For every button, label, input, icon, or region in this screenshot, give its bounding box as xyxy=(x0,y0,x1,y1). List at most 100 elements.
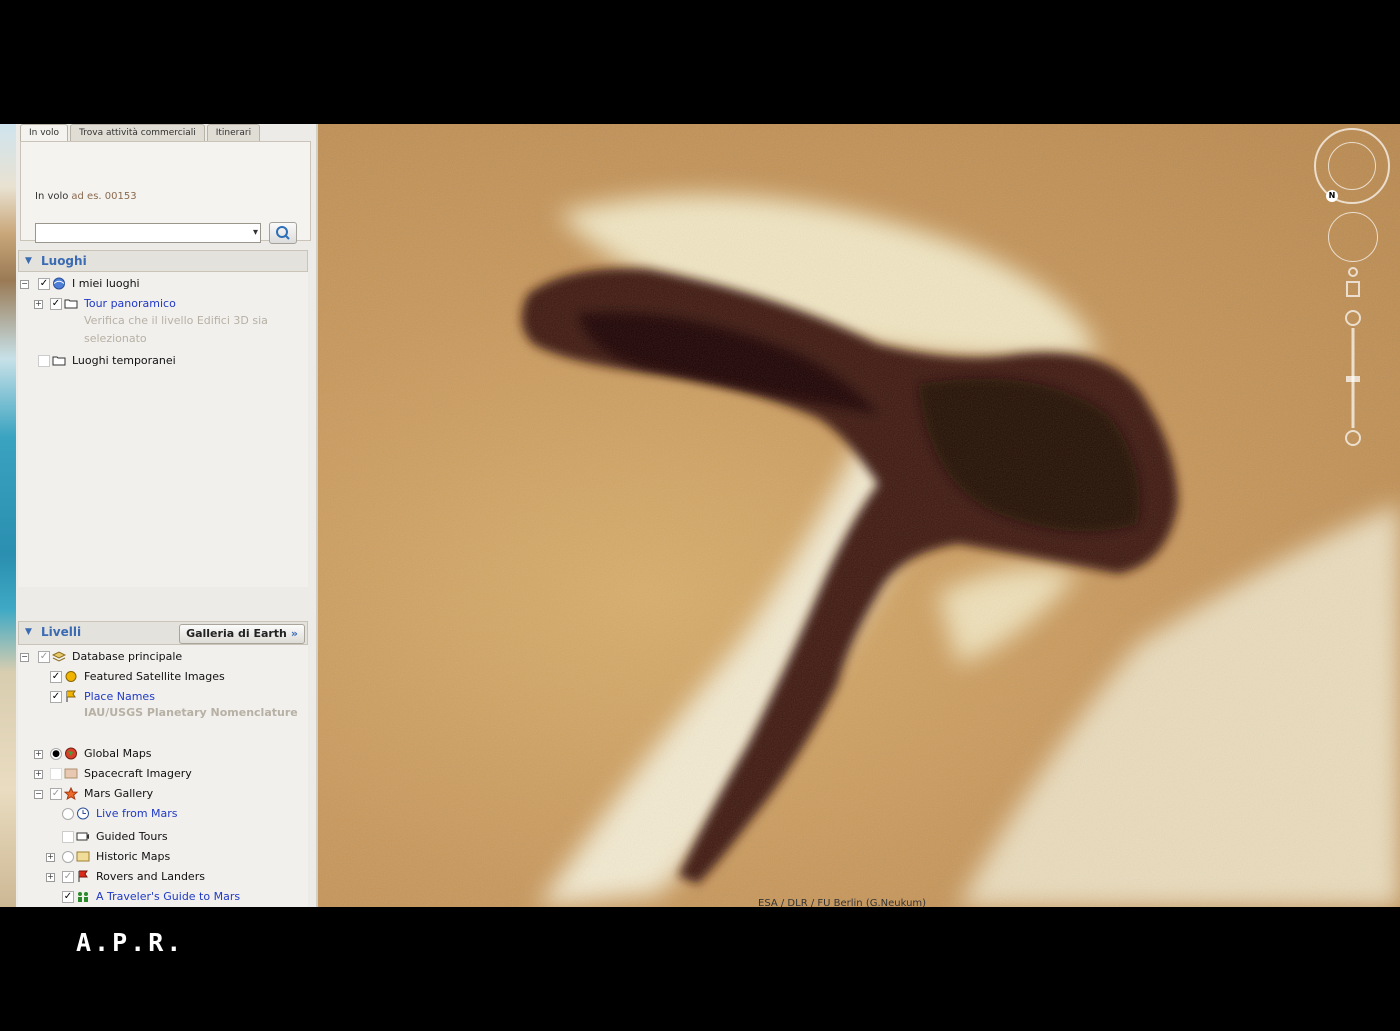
checkbox[interactable]: ✓ xyxy=(50,788,62,800)
navigation-controls: N xyxy=(1314,126,1392,456)
collapse-arrow-icon[interactable]: ▼ xyxy=(25,256,32,266)
chevron-down-icon[interactable]: ▾ xyxy=(253,227,258,238)
earth-gallery-button[interactable]: Galleria di Earth» xyxy=(179,624,305,644)
places-item-description: selezionato xyxy=(84,332,147,345)
radio-button[interactable] xyxy=(62,851,74,863)
layer-item-link[interactable]: Live from Mars xyxy=(96,807,178,820)
layer-item-rovers-landers[interactable]: + ✓ Rovers and Landers xyxy=(20,869,300,887)
zoom-slider[interactable] xyxy=(1341,308,1365,448)
fly-to-title: In volo xyxy=(35,191,69,202)
map-icon xyxy=(76,851,90,862)
watermark-text: A.P.R. xyxy=(76,928,185,957)
checkbox[interactable]: ✓ xyxy=(50,691,62,703)
layer-item-spacecraft-imagery[interactable]: + Spacecraft Imagery xyxy=(20,766,300,784)
layer-item-label: Rovers and Landers xyxy=(96,870,205,883)
radio-button[interactable] xyxy=(62,808,74,820)
flag-icon xyxy=(78,870,88,882)
layer-item-guided-tours[interactable]: Guided Tours xyxy=(20,829,300,847)
globe-icon xyxy=(53,277,65,290)
fly-to-hint: ad es. 00153 xyxy=(71,191,137,202)
camera-icon xyxy=(76,832,89,841)
layer-item-label: Featured Satellite Images xyxy=(84,670,225,683)
places-item-description: Verifica che il livello Edifici 3D sia xyxy=(84,314,268,327)
places-item-temporary[interactable]: Luoghi temporanei xyxy=(20,353,300,371)
people-icon xyxy=(78,892,88,902)
fly-to-input[interactable]: ▾ xyxy=(35,223,261,243)
sidebar: In volo Trova attività commerciali Itine… xyxy=(16,124,318,907)
expand-toggle-icon[interactable]: + xyxy=(46,853,55,862)
globe-icon xyxy=(65,747,77,760)
layer-item-historic-maps[interactable]: + Historic Maps xyxy=(20,849,300,867)
checkbox[interactable]: ✓ xyxy=(50,298,62,310)
places-panel-header[interactable]: ▼ Luoghi xyxy=(18,250,308,272)
search-icon xyxy=(276,226,290,240)
circle-icon xyxy=(65,671,77,682)
layer-item-place-names[interactable]: ✓ Place Names xyxy=(20,689,300,707)
layer-item-description: IAU/USGS Planetary Nomenclature xyxy=(84,706,298,719)
checkbox[interactable] xyxy=(50,768,62,780)
desktop-background-strip xyxy=(0,124,16,907)
checkbox[interactable]: ✓ xyxy=(62,891,74,903)
folder-icon xyxy=(64,299,78,309)
layers-tree: − ✓ Database principale ✓ Featured Satel… xyxy=(18,645,308,907)
layer-item-link[interactable]: A Traveler's Guide to Mars xyxy=(96,890,240,903)
checkbox[interactable]: ✓ xyxy=(38,278,50,290)
layer-item-label: Historic Maps xyxy=(96,850,171,863)
places-item-tour[interactable]: + ✓ Tour panoramico xyxy=(20,296,300,314)
map-attribution: ESA / DLR / FU Berlin (G.Neukum) xyxy=(758,898,927,907)
collapse-toggle-icon[interactable]: − xyxy=(20,653,29,662)
places-title: Luoghi xyxy=(41,254,87,268)
radio-button[interactable]: ● xyxy=(50,748,62,760)
layer-item-featured-images[interactable]: ✓ Featured Satellite Images xyxy=(20,669,300,687)
checkbox[interactable]: ✓ xyxy=(38,651,50,663)
street-view-icon[interactable] xyxy=(1343,266,1363,302)
black-frame-bottom xyxy=(0,907,1400,1031)
layers-panel-header[interactable]: ▼ Livelli Galleria di Earth» xyxy=(18,621,308,645)
layers-title: Livelli xyxy=(41,625,82,639)
double-chevron-right-icon: » xyxy=(290,627,298,640)
collapse-toggle-icon[interactable]: − xyxy=(20,280,29,289)
layer-item-live-from-mars[interactable]: Live from Mars xyxy=(20,806,300,824)
clock-icon xyxy=(77,807,89,820)
expand-toggle-icon[interactable]: + xyxy=(34,770,43,779)
layer-item-global-maps[interactable]: + ● Global Maps xyxy=(20,746,300,764)
places-item-label: I miei luoghi xyxy=(72,277,140,290)
layer-item-label: Global Maps xyxy=(84,747,152,760)
collapse-arrow-icon[interactable]: ▼ xyxy=(25,627,32,637)
checkbox[interactable] xyxy=(62,831,74,843)
expand-toggle-icon[interactable]: + xyxy=(34,300,43,309)
layer-item-label: Database principale xyxy=(72,650,183,663)
north-icon[interactable]: N xyxy=(1326,190,1338,202)
search-panel: In volo ad es. 00153 ▾ xyxy=(20,141,311,244)
look-joystick[interactable] xyxy=(1328,142,1376,190)
expand-toggle-icon[interactable]: + xyxy=(46,873,55,882)
checkbox[interactable]: ✓ xyxy=(62,871,74,883)
places-item-my-places[interactable]: − ✓ I miei luoghi xyxy=(20,276,300,294)
search-button[interactable] xyxy=(269,222,297,244)
tab-trova-attivita[interactable]: Trova attività commerciali xyxy=(70,124,205,141)
flag-icon xyxy=(66,690,76,702)
image-icon xyxy=(64,768,78,779)
star-icon xyxy=(64,787,78,800)
layers-icon xyxy=(52,651,66,662)
layer-item-primary-database[interactable]: − ✓ Database principale xyxy=(20,649,300,667)
map-view[interactable]: N ESA / DLR / FU Berlin (G.Neukum) xyxy=(318,124,1400,907)
collapse-toggle-icon[interactable]: − xyxy=(34,790,43,799)
search-tabs: In volo Trova attività commerciali Itine… xyxy=(20,124,262,143)
folder-icon xyxy=(52,356,66,366)
layer-item-label: Mars Gallery xyxy=(84,787,154,800)
earth-gallery-label: Galleria di Earth xyxy=(186,627,287,640)
layer-item-mars-gallery[interactable]: − ✓ Mars Gallery xyxy=(20,786,300,804)
move-joystick[interactable] xyxy=(1328,212,1378,262)
black-frame-top xyxy=(0,0,1400,124)
layer-item-travelers-guide[interactable]: ✓ A Traveler's Guide to Mars xyxy=(20,889,300,907)
places-item-link[interactable]: Tour panoramico xyxy=(84,297,176,310)
expand-toggle-icon[interactable]: + xyxy=(34,750,43,759)
tab-itinerari[interactable]: Itinerari xyxy=(206,124,261,141)
layer-item-label: Spacecraft Imagery xyxy=(84,767,192,780)
layer-item-link[interactable]: Place Names xyxy=(84,690,155,703)
places-item-label: Luoghi temporanei xyxy=(72,354,176,367)
checkbox[interactable]: ✓ xyxy=(50,671,62,683)
terrain-image xyxy=(318,124,1400,907)
checkbox[interactable] xyxy=(38,355,50,367)
